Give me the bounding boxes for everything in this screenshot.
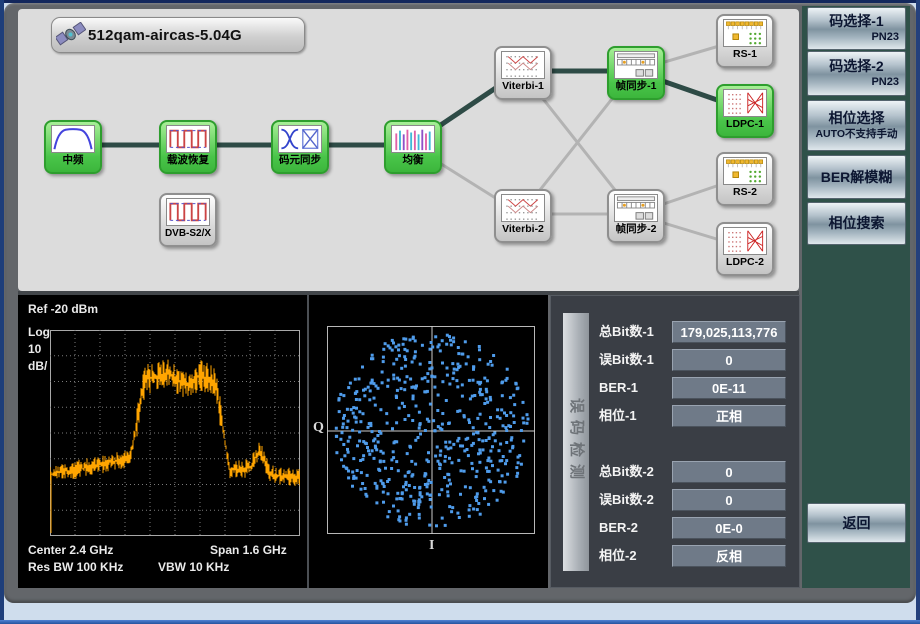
flow-node-dvb-s2x[interactable]: DVB-S2/X [159,193,217,247]
flow-diagram-panel: 512qam-aircas-5.04G 中频 载波恢复 码元同步 均衡 D [18,9,799,291]
trellis-icon [501,51,545,79]
squarewave-icon [166,198,210,226]
ber-2-label: BER-2 [599,517,671,539]
phase-2-label: 相位-2 [599,545,671,567]
flow-node-equalizer[interactable]: 均衡 [384,120,442,174]
spectrum-scale-db: dB/ [28,359,47,373]
flow-node-ldpc-1[interactable]: LDPC-1 [716,84,774,138]
constellation-q-axis-label: Q [313,420,324,436]
spectrum-center-label: Center 2.4 GHz [28,543,113,557]
total-bits-1-value: 179,025,113,776 [672,321,786,343]
spectrum-scale-10: 10 [28,342,41,356]
error-detection-panel: 误码检测 总Bit数-1 179,025,113,776 误Bit数-1 0 B… [550,295,800,588]
flow-node-carrier-recovery[interactable]: 载波恢复 [159,120,217,174]
screen-edge-left [0,0,4,624]
ber-deambiguity-button[interactable]: BER解模糊 [807,155,906,199]
screen-edge-right [916,0,920,624]
spectrum-rbw-label: Res BW 100 KHz [28,560,123,574]
ber-1-label: BER-1 [599,377,671,399]
total-bits-2-label: 总Bit数-2 [599,461,671,483]
phase-1-label: 相位-1 [599,405,671,427]
rs-blocks-icon [723,157,767,185]
flow-node-viterbi-2[interactable]: Viterbi-2 [494,189,552,243]
error-bits-1-label: 误Bit数-1 [599,349,671,371]
error-bits-2-label: 误Bit数-2 [599,489,671,511]
error-panel-side-strip: 误码检测 [563,313,589,571]
flow-node-rs-1[interactable]: RS-1 [716,14,774,68]
flow-node-if[interactable]: 中频 [44,120,102,174]
flow-node-symbol-sync[interactable]: 码元同步 [271,120,329,174]
satellite-icon [56,22,86,48]
rs-blocks-icon [723,19,767,47]
spectrum-ref-label: Ref -20 dBm [28,302,98,316]
phase-1-value: 正相 [672,405,786,427]
trellis-icon [501,194,545,222]
ldpc-graph-icon [723,227,767,255]
total-bits-1-label: 总Bit数-1 [599,321,671,343]
spectrum-icon [51,125,95,153]
ber-2-value: 0E-0 [672,517,786,539]
code-select-1-button[interactable]: 码选择-1 PN23 [807,7,906,50]
signal-title-button[interactable]: 512qam-aircas-5.04G [51,17,305,53]
equalizer-bars-icon [391,125,435,153]
constellation-i-axis-label: I [429,538,434,554]
flow-node-ldpc-2[interactable]: LDPC-2 [716,222,774,276]
spectrum-span-label: Span 1.6 GHz [210,543,287,557]
spectrum-scale-log: Log [28,325,50,339]
frame-table-icon [614,51,658,79]
spectrum-display [50,330,300,536]
ldpc-graph-icon [723,89,767,117]
sidebar: 码选择-1 PN23 码选择-2 PN23 相位选择 AUTO不支持手动 BER… [802,6,910,588]
flow-node-frame-sync-1[interactable]: 帧同步-1 [607,46,665,100]
ber-1-value: 0E-11 [672,377,786,399]
flow-node-viterbi-1[interactable]: Viterbi-1 [494,46,552,100]
error-panel-side-label: 误码检测 [563,313,589,571]
phase-search-button[interactable]: 相位搜索 [807,202,906,245]
signal-title: 512qam-aircas-5.04G [88,27,242,44]
total-bits-2-value: 0 [672,461,786,483]
scope-displays: Ref -20 dBm Log 10 dB/ Center 2.4 GHz Sp… [18,295,548,588]
flow-node-rs-2[interactable]: RS-2 [716,152,774,206]
error-bits-1-value: 0 [672,349,786,371]
flow-node-frame-sync-2[interactable]: 帧同步-2 [607,189,665,243]
phase-select-button[interactable]: 相位选择 AUTO不支持手动 [807,100,906,151]
screen-edge-bottom [0,620,920,624]
squarewave-icon [166,125,210,153]
eye-diagram-icon [278,125,322,153]
phase-2-value: 反相 [672,545,786,567]
scope-divider [307,295,309,588]
app-screen: 512qam-aircas-5.04G 中频 载波恢复 码元同步 均衡 D [0,0,920,624]
constellation-display [327,326,535,534]
spectrum-vbw-label: VBW 10 KHz [158,560,229,574]
back-button[interactable]: 返回 [807,503,906,543]
error-bits-2-value: 0 [672,489,786,511]
frame-table-icon [614,194,658,222]
window-frame: 512qam-aircas-5.04G 中频 载波恢复 码元同步 均衡 D [4,3,916,603]
code-select-2-button[interactable]: 码选择-2 PN23 [807,51,906,96]
